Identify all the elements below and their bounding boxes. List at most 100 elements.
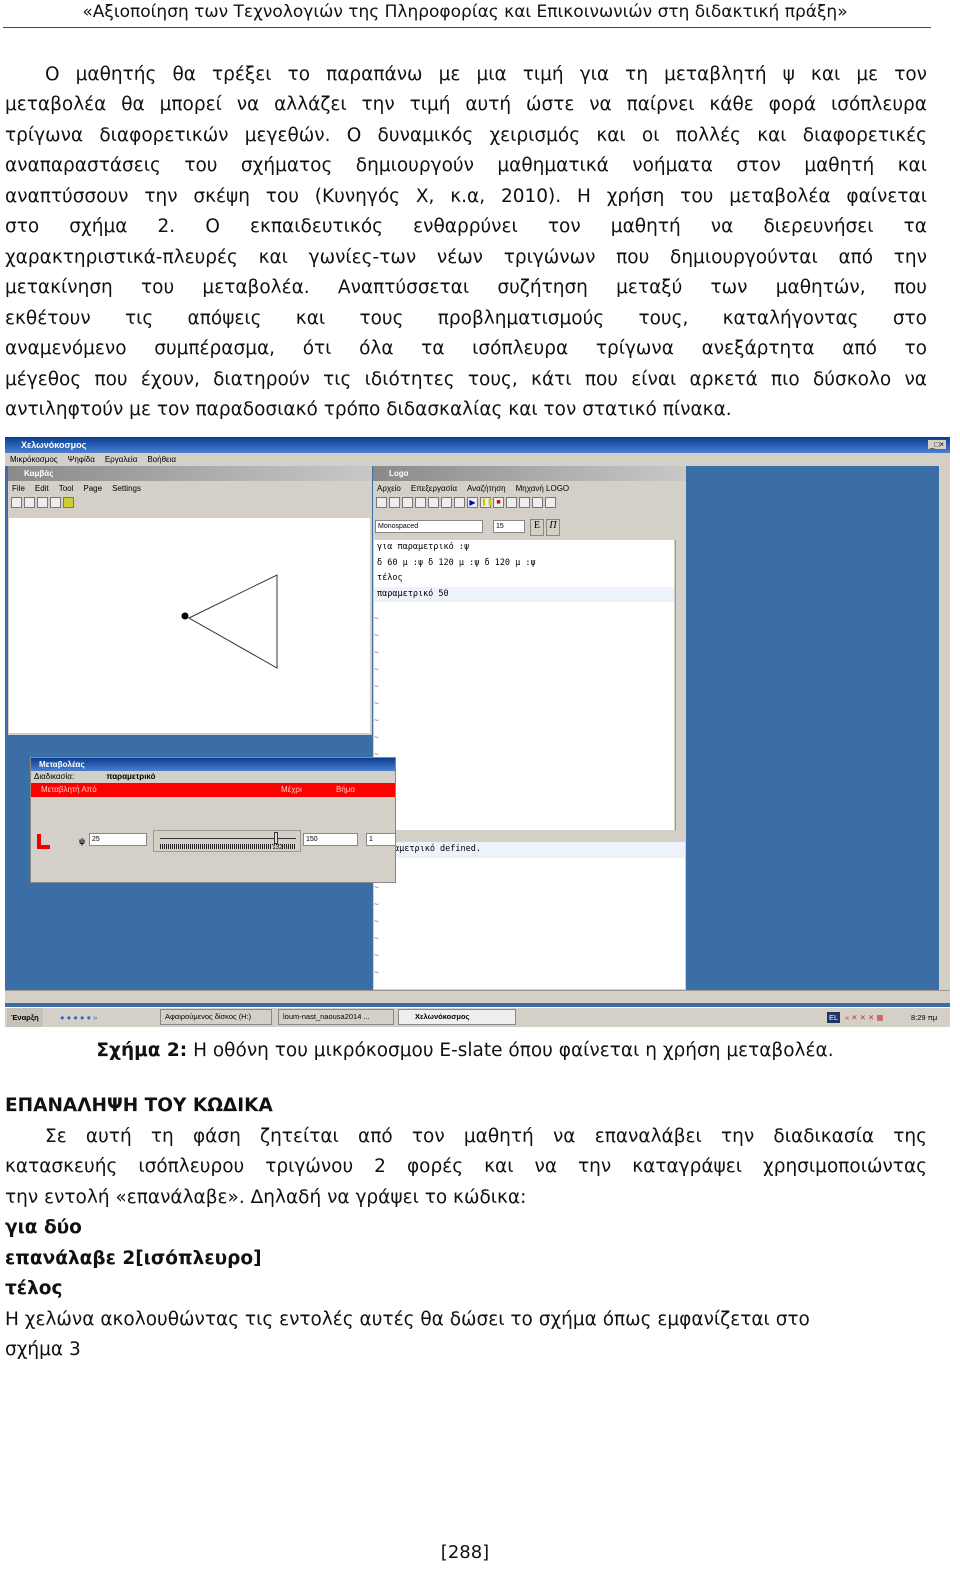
menu-item[interactable]: Μηχανή LOGO <box>516 484 570 493</box>
window-controls[interactable]: _□× <box>928 440 946 449</box>
menu-item[interactable]: Μικρόκοσμος <box>10 455 58 464</box>
paste-icon[interactable] <box>454 497 465 508</box>
print-icon[interactable] <box>415 497 426 508</box>
pause-icon[interactable]: ❚❚ <box>480 497 493 508</box>
text-line: τρίγωνα διαφορετικών μεγεθών. Ο δυναμικό… <box>5 125 927 146</box>
logo-toolbar: ▶ ❚❚ ■ <box>373 496 686 517</box>
code-line: τέλος <box>377 573 403 583</box>
text-line: αναμενόμενο συμπέρασμα, ότι όλα τα ισόπλ… <box>5 338 927 359</box>
copy-icon[interactable] <box>441 497 452 508</box>
section-heading: ΕΠΑΝΑΛΗΨΗ ΤΟΥ ΚΩΔΙΚΑ <box>5 1095 273 1116</box>
text-line: στο σχήμα 2. Ο εκπαιδευτικός ενθαρρύνει … <box>5 216 927 237</box>
slider-thumb[interactable] <box>274 832 279 844</box>
save-icon[interactable] <box>402 497 413 508</box>
code-line: για παραμετρικό :ψ <box>377 542 470 552</box>
value-slider[interactable]: 132 <box>153 830 301 852</box>
canvas-titlebar: Καμβάς <box>8 466 372 481</box>
text-line: αναπαραστάσεις του σχήματος δημιουργούν … <box>5 155 927 176</box>
menu-item[interactable]: Αναζήτηση <box>467 484 506 493</box>
size-select[interactable]: 15 <box>493 520 525 533</box>
vertical-scrollbar[interactable] <box>939 466 950 990</box>
insert-icon[interactable] <box>545 497 556 508</box>
horizontal-scrollbar[interactable] <box>5 990 950 1003</box>
language-indicator[interactable]: EL <box>827 1012 841 1023</box>
turtle-icon <box>181 612 189 620</box>
caption-label: Σχήμα 2: <box>96 1040 188 1061</box>
col-variable: Μεταβλητή Από <box>41 785 97 794</box>
font-row: Monospaced 15 E Π <box>373 517 686 539</box>
clock: 8:29 πμ <box>911 1013 938 1022</box>
menu-item[interactable]: Tool <box>59 484 74 493</box>
print-icon[interactable] <box>50 497 61 508</box>
cut-icon[interactable] <box>428 497 439 508</box>
bold-button[interactable]: E <box>530 519 544 536</box>
slider-value: 132 <box>272 845 283 851</box>
menu-item[interactable]: Επεξεργασία <box>411 484 457 493</box>
menu-item[interactable]: Εργαλεία <box>105 455 137 464</box>
menu-item[interactable]: Αρχείο <box>377 484 401 493</box>
drawing-canvas[interactable] <box>9 518 370 733</box>
logo-icon-base <box>37 845 50 849</box>
text-line: μετακίνηση του μεταβολέα. Αναπτύσσεται σ… <box>5 277 927 298</box>
code-line: επανάλαβε 2[ισόπλευρο] <box>5 1248 262 1269</box>
column-header: Μεταβλητή Από Μέχρι Βήμα <box>31 783 395 797</box>
logo-window: Logo Αρχείο Επεξεργασία Αναζήτηση Μηχανή LO… <box>373 466 686 990</box>
app-menubar: Μικρόκοσμος Ψηφίδα Εργαλεία Βοήθεια <box>5 453 950 466</box>
replace-icon[interactable] <box>532 497 543 508</box>
page-icon[interactable] <box>24 497 35 508</box>
code-editor[interactable]: για παραμετρικό :ψ δ 60 μ :ψ δ 120 μ :ψ … <box>374 540 674 830</box>
text-line: αναπτύσσουν την σκέψη του (Κυνηγός Χ, κ.… <box>5 186 927 207</box>
code-line: παραμετρικό 50 <box>374 586 674 602</box>
turtle-icon[interactable] <box>63 497 74 508</box>
triangle-shape <box>187 574 278 669</box>
font-select[interactable]: Monospaced <box>375 520 483 533</box>
menu-item[interactable]: Ψηφίδα <box>68 455 95 464</box>
code-line: για δύο <box>5 1217 82 1238</box>
caption-text: Η οθόνη του μικρόκοσμου E-slate όπου φαί… <box>187 1040 834 1061</box>
slider-window: Μεταβολέας Διαδικασία: παραμετρικό Μεταβ… <box>30 757 396 883</box>
text-line: μεταβολέα θα μπορεί να αλλάζει την τιμή … <box>5 94 927 115</box>
new-file-icon[interactable] <box>376 497 387 508</box>
find-icon[interactable] <box>506 497 517 508</box>
text-line: Σε αυτή τη φάση ζητείται από τον μαθητή … <box>45 1126 927 1147</box>
italic-button[interactable]: Π <box>546 519 560 536</box>
output-text: αμετρικό defined. <box>374 842 685 858</box>
app-titlebar: Χελωνόκοσμος <box>5 437 950 453</box>
text-line: Ο μαθητής θα τρέξει το παραπάνω με μια τ… <box>45 64 927 85</box>
stop-icon[interactable]: ■ <box>493 497 504 508</box>
menu-item[interactable]: File <box>12 484 25 493</box>
procedure-name: παραμετρικό <box>106 772 156 781</box>
col-to: Μέχρι <box>281 785 302 794</box>
code-line: δ 60 μ :ψ δ 120 μ :ψ δ 120 μ :ψ <box>377 557 536 568</box>
tray-icons[interactable]: « ✕ ✕ ✕ ▦ <box>845 1008 883 1027</box>
app-title: Χελωνόκοσμος <box>21 440 87 450</box>
taskbar: Έναρξη ● ● ● ● ● » Αφαιρούμενος δίσκος (… <box>5 1007 950 1027</box>
taskbar-item[interactable]: Αφαιρούμενος δίσκος (H:) <box>160 1009 272 1025</box>
editor-scrollbar[interactable] <box>675 540 685 830</box>
slider-titlebar: Μεταβολέας <box>31 758 395 771</box>
variable-name: ψ <box>79 837 86 846</box>
to-field[interactable]: 150 <box>303 833 358 846</box>
page-number: [288] <box>440 1542 490 1563</box>
quick-launch-icons[interactable]: ● ● ● ● ● » <box>60 1008 97 1027</box>
new-icon[interactable] <box>11 497 22 508</box>
figure-screenshot: Χελωνόκοσμος _□× Μικρόκοσμος Ψηφίδα Εργαλε… <box>5 437 950 1027</box>
menu-item[interactable]: Edit <box>35 484 49 493</box>
run-icon[interactable]: ▶ <box>467 497 478 508</box>
text-line: χαρακτηριστικά-πλευρές και γωνίες-των νέ… <box>5 247 927 268</box>
find-next-icon[interactable] <box>519 497 530 508</box>
text-line: κατασκευής ισόπλευρου τριγώνου 2 φορές κ… <box>5 1156 927 1177</box>
open-icon[interactable] <box>389 497 400 508</box>
step-field[interactable]: 1 <box>366 833 396 846</box>
text-line: μέγεθος που έχουν, διατηρούν τις ιδιότητ… <box>5 369 927 390</box>
text-line: Η χελώνα ακολουθώντας τις εντολές αυτές … <box>5 1309 810 1330</box>
start-button[interactable]: Έναρξη <box>7 1008 43 1027</box>
taskbar-item-active[interactable]: Χελωνόκοσμος <box>398 1009 516 1025</box>
menu-item[interactable]: Page <box>83 484 102 493</box>
taskbar-item[interactable]: loum-nast_naousa2014 ... <box>278 1009 394 1025</box>
menu-item[interactable]: Βοήθεια <box>147 455 176 464</box>
open-icon[interactable] <box>37 497 48 508</box>
text-line: εκθέτουν τις απόψεις και τους προβληματι… <box>5 308 927 329</box>
menu-item[interactable]: Settings <box>112 484 141 493</box>
from-field[interactable]: 25 <box>89 833 147 846</box>
